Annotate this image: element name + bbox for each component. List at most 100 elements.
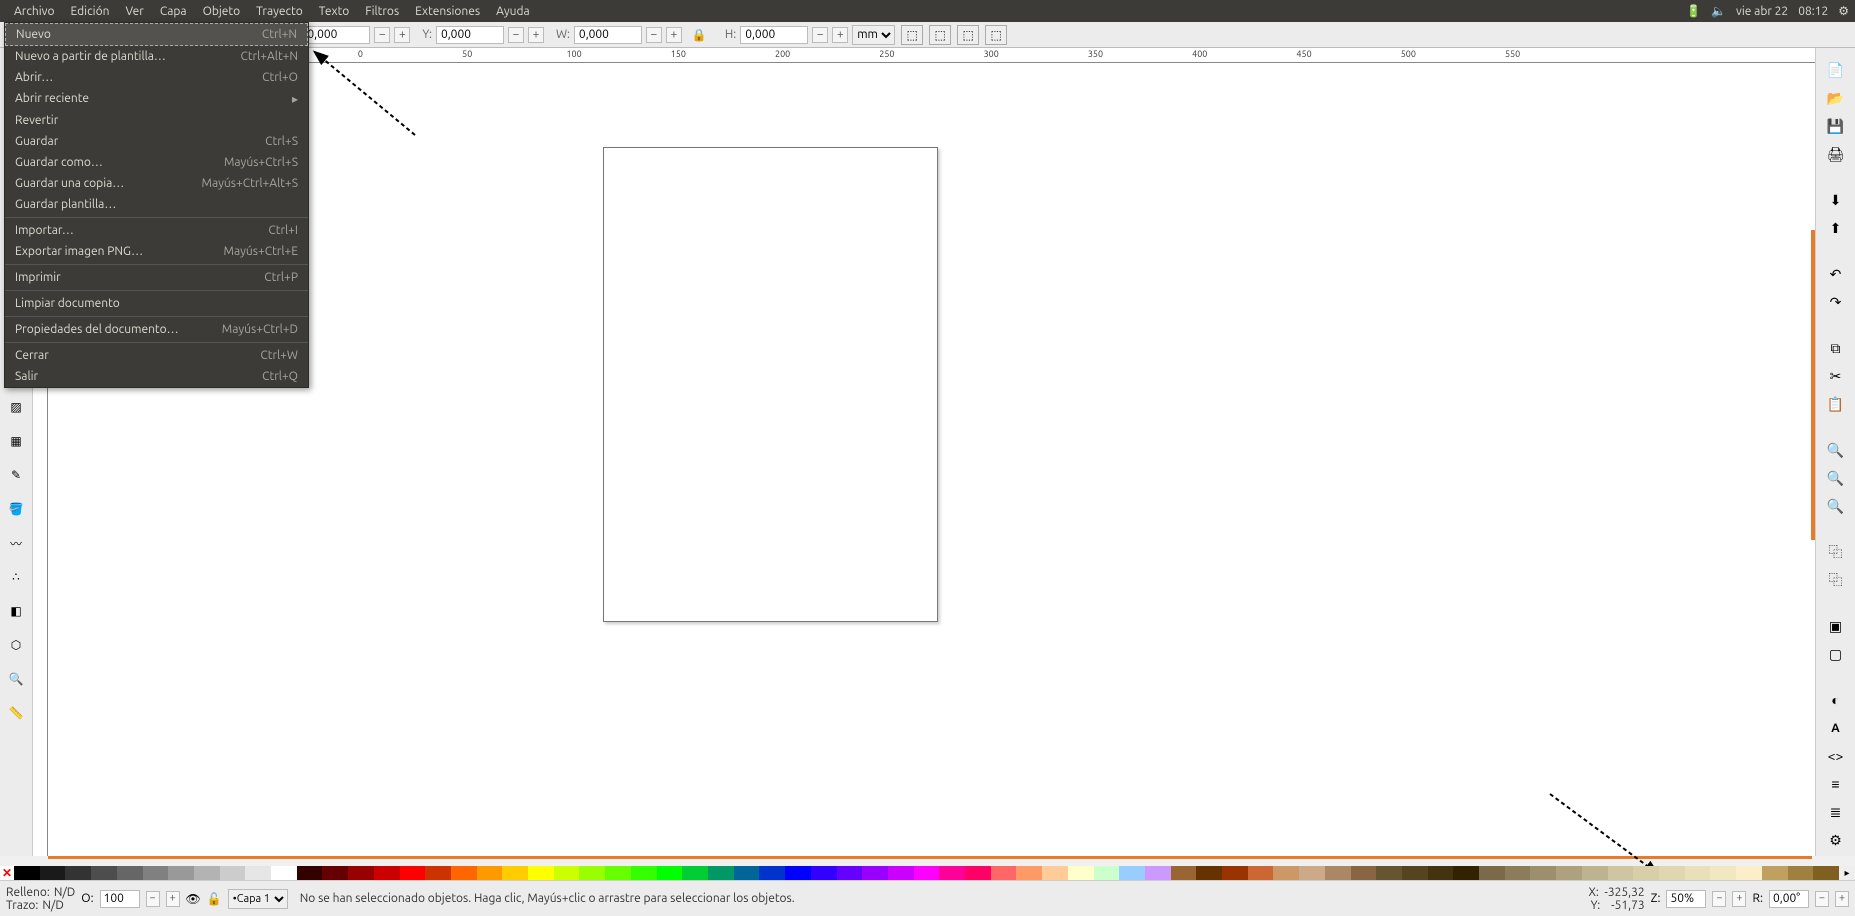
- layer-select[interactable]: •Capa 1: [228, 889, 288, 909]
- align-icon[interactable]: ≡: [1823, 774, 1849, 794]
- color-swatch[interactable]: [888, 866, 914, 880]
- h-increment[interactable]: +: [832, 27, 848, 43]
- color-swatch[interactable]: [965, 866, 991, 880]
- text-props-icon[interactable]: A: [1823, 718, 1849, 738]
- h-decrement[interactable]: −: [812, 27, 828, 43]
- color-swatch[interactable]: [220, 866, 246, 880]
- spray-tool[interactable]: ∴: [3, 564, 29, 590]
- color-swatch[interactable]: [991, 866, 1017, 880]
- no-color-swatch[interactable]: ✕: [0, 866, 14, 880]
- color-swatch[interactable]: [1505, 866, 1531, 880]
- color-swatch[interactable]: [1428, 866, 1454, 880]
- opacity-input[interactable]: [100, 890, 140, 908]
- paste-icon[interactable]: 📋: [1823, 394, 1849, 414]
- color-swatch[interactable]: [657, 866, 683, 880]
- menu-capa[interactable]: Capa: [152, 2, 195, 21]
- import-icon[interactable]: ⬇: [1823, 190, 1849, 210]
- color-swatch[interactable]: [117, 866, 143, 880]
- transform-button-4[interactable]: ⬚: [985, 25, 1007, 45]
- group-icon[interactable]: ▣: [1823, 616, 1849, 636]
- color-swatch[interactable]: [1479, 866, 1505, 880]
- ungroup-icon[interactable]: ▢: [1823, 644, 1849, 664]
- color-swatch[interactable]: [400, 866, 426, 880]
- transform-button-1[interactable]: ⬚: [901, 25, 923, 45]
- rotation-decrement[interactable]: −: [1815, 891, 1829, 907]
- color-swatch[interactable]: [1453, 866, 1479, 880]
- menu-objeto[interactable]: Objeto: [195, 2, 249, 21]
- color-swatch[interactable]: [785, 866, 811, 880]
- color-swatch[interactable]: [322, 866, 348, 880]
- file-menu-guardar[interactable]: GuardarCtrl+S: [5, 131, 308, 152]
- paint-bucket-tool[interactable]: 🪣: [3, 496, 29, 522]
- color-swatch[interactable]: [605, 866, 631, 880]
- color-swatch[interactable]: [451, 866, 477, 880]
- dropper-tool[interactable]: ✎: [3, 462, 29, 488]
- layers-icon[interactable]: ≣: [1823, 802, 1849, 822]
- color-swatch[interactable]: [425, 866, 451, 880]
- gradient-tool[interactable]: ▨: [3, 394, 29, 420]
- xml-editor-icon[interactable]: <>: [1823, 746, 1849, 766]
- units-select[interactable]: mm: [852, 25, 895, 45]
- color-swatch[interactable]: [554, 866, 580, 880]
- zoom-decrement[interactable]: −: [1712, 891, 1726, 907]
- rotation-input[interactable]: [1769, 890, 1809, 908]
- scrollbar-horizontal[interactable]: [48, 856, 1812, 859]
- x-decrement[interactable]: −: [374, 27, 390, 43]
- color-swatch[interactable]: [734, 866, 760, 880]
- measure-tool[interactable]: 📏: [3, 700, 29, 726]
- file-menu-importar-[interactable]: Importar…Ctrl+I: [5, 220, 308, 241]
- color-swatch[interactable]: [1736, 866, 1762, 880]
- menu-ayuda[interactable]: Ayuda: [488, 2, 538, 21]
- file-menu-nuevo-a-partir-de-plantilla-[interactable]: Nuevo a partir de plantilla…Ctrl+Alt+N: [5, 46, 308, 67]
- file-menu-guardar-una-copia-[interactable]: Guardar una copia…Mayús+Ctrl+Alt+S: [5, 173, 308, 194]
- color-swatch[interactable]: [502, 866, 528, 880]
- color-swatch[interactable]: [708, 866, 734, 880]
- color-swatch[interactable]: [91, 866, 117, 880]
- opacity-increment[interactable]: +: [166, 891, 180, 907]
- file-menu-abrir-reciente[interactable]: Abrir reciente▸: [5, 88, 308, 110]
- new-doc-icon[interactable]: 📄: [1823, 60, 1849, 80]
- fill-stroke-icon[interactable]: ◐: [1823, 690, 1849, 710]
- menu-filtros[interactable]: Filtros: [357, 2, 407, 21]
- tweak-tool[interactable]: 〰: [3, 530, 29, 556]
- eraser-tool[interactable]: ◧: [3, 598, 29, 624]
- file-menu-limpiar-documento[interactable]: Limpiar documento: [5, 293, 308, 314]
- color-swatch[interactable]: [1402, 866, 1428, 880]
- file-menu-nuevo[interactable]: NuevoCtrl+N: [5, 23, 308, 46]
- color-swatch[interactable]: [1685, 866, 1711, 880]
- color-swatch[interactable]: [631, 866, 657, 880]
- lock-icon[interactable]: 🔒: [692, 28, 707, 42]
- save-icon[interactable]: 💾: [1823, 116, 1849, 136]
- color-swatch[interactable]: [528, 866, 554, 880]
- color-swatch[interactable]: [1068, 866, 1094, 880]
- color-swatch[interactable]: [811, 866, 837, 880]
- export-icon[interactable]: ⬆: [1823, 218, 1849, 238]
- color-swatch[interactable]: [168, 866, 194, 880]
- settings-gear-icon[interactable]: ⚙: [1838, 4, 1849, 18]
- mesh-tool[interactable]: ▦: [3, 428, 29, 454]
- color-swatch[interactable]: [1248, 866, 1274, 880]
- color-swatch[interactable]: [1042, 866, 1068, 880]
- color-swatch[interactable]: [14, 866, 40, 880]
- color-swatch[interactable]: [477, 866, 503, 880]
- file-menu-abrir-[interactable]: Abrir…Ctrl+O: [5, 67, 308, 88]
- color-swatch[interactable]: [1376, 866, 1402, 880]
- w-decrement[interactable]: −: [646, 27, 662, 43]
- color-swatch[interactable]: [1273, 866, 1299, 880]
- color-swatch[interactable]: [271, 866, 297, 880]
- layer-lock-icon[interactable]: 🔓: [207, 892, 222, 906]
- color-swatch[interactable]: [143, 866, 169, 880]
- color-swatch[interactable]: [579, 866, 605, 880]
- copy-icon[interactable]: ⧉: [1823, 338, 1849, 358]
- canvas[interactable]: [48, 63, 1815, 856]
- cut-icon[interactable]: ✂: [1823, 366, 1849, 386]
- zoom-selection-icon[interactable]: 🔍: [1823, 440, 1849, 460]
- y-decrement[interactable]: −: [508, 27, 524, 43]
- duplicate-icon[interactable]: ⿻: [1823, 542, 1849, 562]
- menu-edicion[interactable]: Edición: [63, 2, 118, 21]
- color-swatch[interactable]: [1145, 866, 1171, 880]
- file-menu-imprimir[interactable]: ImprimirCtrl+P: [5, 267, 308, 288]
- opacity-decrement[interactable]: −: [146, 891, 160, 907]
- color-swatch[interactable]: [374, 866, 400, 880]
- transform-button-2[interactable]: ⬚: [929, 25, 951, 45]
